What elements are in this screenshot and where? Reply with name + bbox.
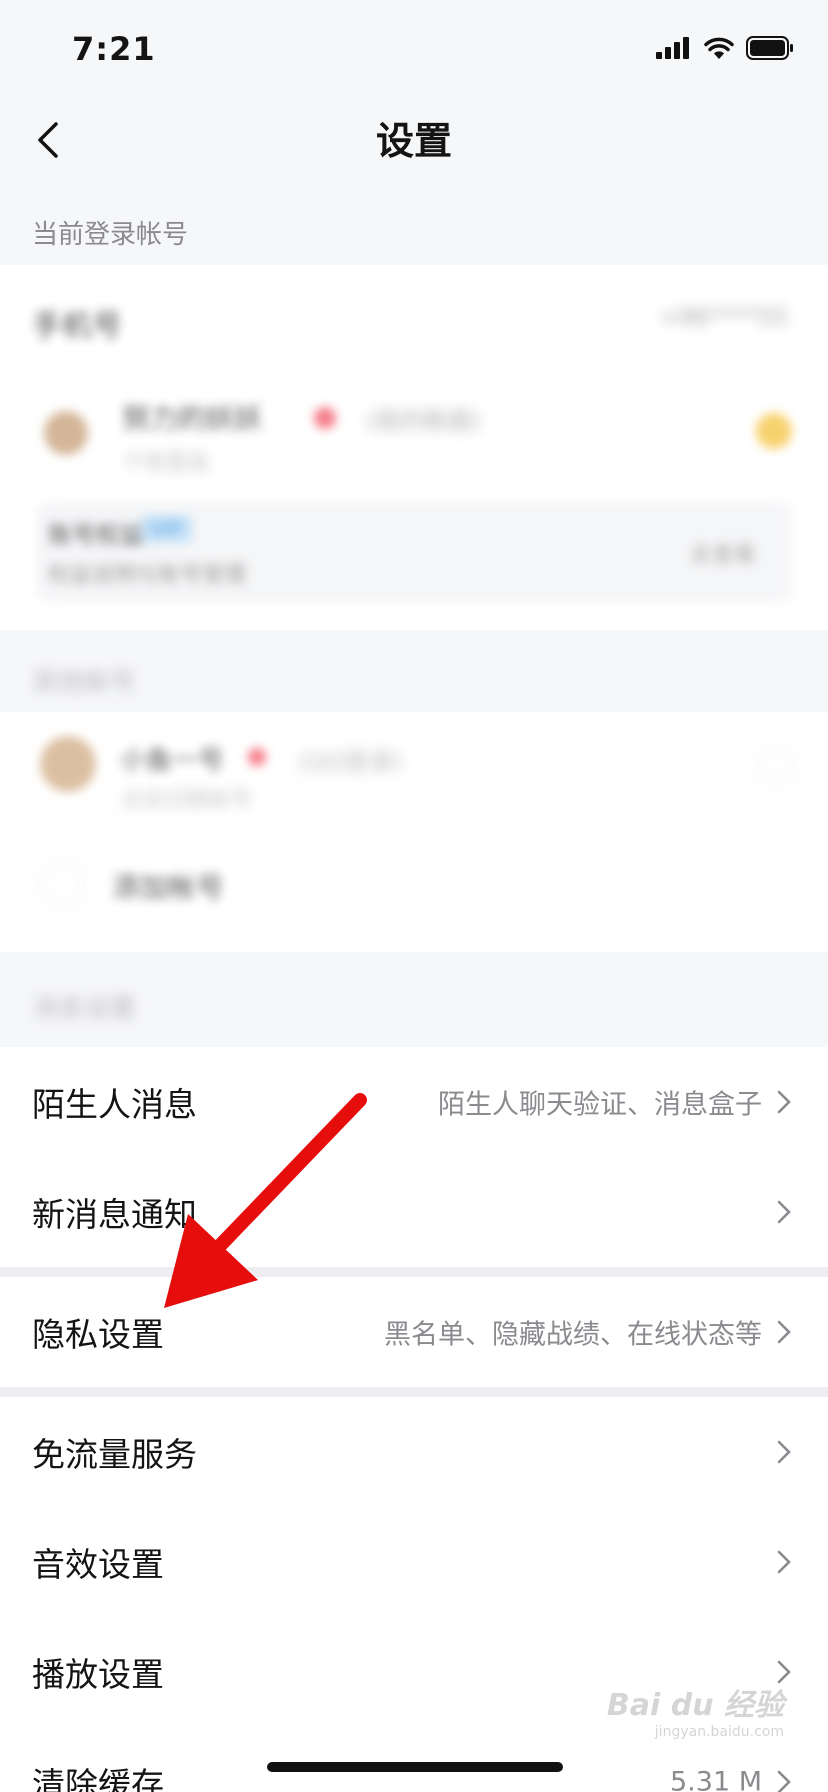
settings-row-sound-effects[interactable]: 音效设置 [0,1507,828,1617]
wifi-icon [704,37,734,59]
current-account-section-label: 当前登录帐号 [32,220,189,250]
settings-row-free-data[interactable]: 免流量服务 [0,1397,828,1507]
other-account-subtext: 点击切换帐号 [120,788,253,813]
status-bar: 7:21 [0,0,828,100]
current-account-card: 手机号 +86****55 努力的妖妖 (我的数据) 个性签名 账号权益 VIP… [0,265,828,630]
switch-account-radio[interactable] [758,748,794,784]
benefit-action: 去查看 [689,543,756,568]
row-label: 免流量服务 [32,1435,197,1474]
section-divider [0,1387,828,1397]
section-divider [0,1267,828,1277]
status-icons [656,36,794,60]
cache-size: 5.31 M [670,1766,762,1792]
other-account-nickname: 小鱼一号 [120,746,225,776]
benefit-badge: VIP [140,515,192,543]
account-subtext: 个性签名 [122,451,211,476]
watermark: Bai du 经验 jingyan.baidu.com [607,1680,784,1740]
watermark-text: Bai du 经验 [606,1688,784,1723]
cellular-signal-icon [656,37,689,59]
nav-bar: 设置 [0,100,828,200]
other-verified-badge [248,748,266,766]
home-indicator[interactable] [267,1762,563,1772]
row-label: 播放设置 [32,1655,164,1694]
phone-label: 手机号 [32,309,122,344]
row-label: 隐私设置 [32,1315,164,1354]
settings-row-privacy[interactable]: 隐私设置 黑名单、隐藏战绩、在线状态等 [0,1277,828,1387]
add-account-icon[interactable] [40,862,84,906]
chevron-right-icon [777,1320,791,1344]
settings-row-stranger-messages[interactable]: 陌生人消息 陌生人聊天验证、消息盒子 [0,1047,828,1157]
other-account-tag: (QQ登录) [298,748,403,776]
add-account-label[interactable]: 添加帐号 [112,866,224,906]
row-detail: 陌生人聊天验证、消息盒子 [438,1089,762,1121]
verified-badge [314,407,336,429]
other-avatar[interactable] [40,736,96,792]
watermark-subtext: jingyan.baidu.com [654,1724,784,1740]
account-nickname-tag: (我的数据) [366,407,481,435]
battery-icon [746,36,793,60]
row-detail: 黑名单、隐藏战绩、在线状态等 [384,1319,762,1351]
settings-row-new-message-notification[interactable]: 新消息通知 [0,1157,828,1267]
phone-value: +86****55 [658,303,788,331]
other-accounts-card: 小鱼一号 (QQ登录) 点击切换帐号 添加帐号 [0,712,828,952]
benefit-title: 账号权益 [48,521,144,549]
row-label: 音效设置 [32,1545,164,1584]
red-annotation-arrow-icon [164,1093,367,1308]
page-title: 设置 [375,119,452,163]
account-nickname: 努力的妖妖 [122,402,263,435]
avatar[interactable] [44,411,88,455]
chevron-right-icon [777,1550,791,1574]
row-label: 清除缓存 [32,1765,164,1792]
other-accounts-section-label: 其他帐号 [32,668,137,698]
chevron-right-icon [777,1770,791,1792]
general-section-label: 消息设置 [32,994,137,1024]
status-time: 7:21 [72,30,156,68]
coin-icon [756,413,792,449]
chevron-right-icon [777,1090,791,1114]
chevron-right-icon [777,1440,791,1464]
benefit-subtext: 权益说明与账号管理 [48,563,247,588]
account-benefit-card[interactable]: 账号权益 VIP 权益说明与账号管理 去查看 [36,501,792,603]
chevron-right-icon [777,1200,791,1224]
